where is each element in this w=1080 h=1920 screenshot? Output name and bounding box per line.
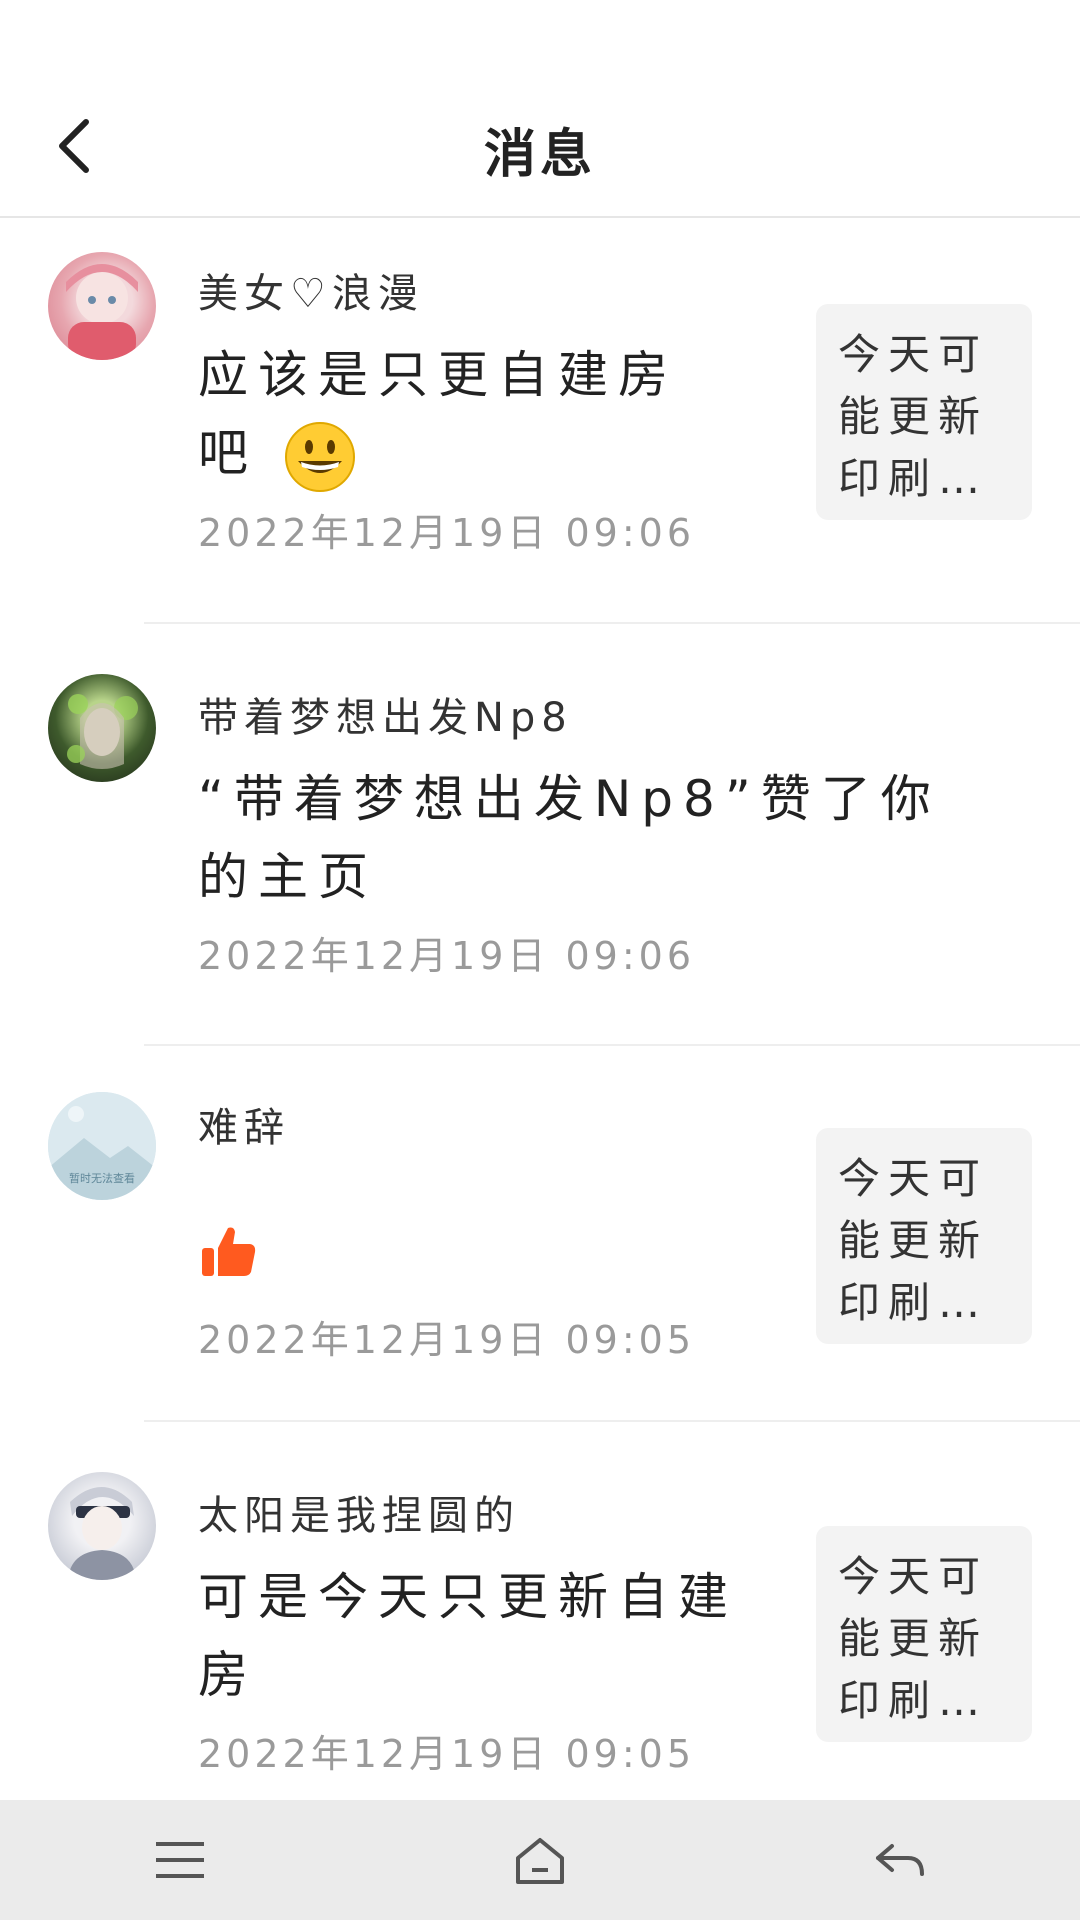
avatar-illustration (68, 1487, 136, 1580)
menu-button[interactable] (135, 1815, 225, 1905)
message-like (198, 1170, 798, 1300)
back-icon (876, 1844, 924, 1876)
thumbs-up-icon (202, 1227, 256, 1276)
post-preview[interactable]: 今天可能更新印刷… (816, 1526, 1032, 1742)
home-icon (516, 1838, 564, 1884)
message-content: 难辞 2022年12月19日 09:05 (198, 1100, 798, 1368)
message-item[interactable]: 带着梦想出发Np8 “带着梦想出发Np8”赞了你的主页 2022年12月19日 … (0, 624, 1080, 1046)
username[interactable]: 难辞 (198, 1100, 798, 1156)
message-content: 带着梦想出发Np8 “带着梦想出发Np8”赞了你的主页 2022年12月19日 … (198, 690, 931, 984)
page-title: 消息 (483, 125, 596, 185)
avatar[interactable] (48, 252, 156, 360)
timestamp: 2022年12月19日 09:05 (198, 1318, 696, 1362)
message-list: 美女♡浪漫 应该是只更自建房吧 2022年12月19日 09:06 今天可能更新… (0, 220, 1080, 1822)
post-preview[interactable]: 今天可能更新印刷… (816, 304, 1032, 520)
back-nav-button[interactable] (855, 1815, 945, 1905)
avatar[interactable] (48, 674, 156, 782)
post-preview[interactable]: 今天可能更新印刷… (816, 1128, 1032, 1344)
username[interactable]: 太阳是我捏圆的 (198, 1488, 798, 1544)
message-text: 应该是只更自建房吧 (198, 336, 678, 493)
avatar-illustration (66, 264, 138, 360)
system-navigation-bar (0, 1800, 1080, 1920)
avatar[interactable] (48, 1472, 156, 1580)
timestamp: 2022年12月19日 09:06 (198, 934, 696, 978)
message-item[interactable]: 暂时无法查看 难辞 2022年12月19日 09:05 今天可能更新印刷… (0, 1046, 1080, 1422)
message-content: 美女♡浪漫 应该是只更自建房吧 2022年12月19日 09:06 (198, 266, 798, 561)
avatar[interactable]: 暂时无法查看 (48, 1092, 156, 1200)
image-placeholder-icon: 暂时无法查看 (48, 1092, 156, 1200)
username[interactable]: 美女♡浪漫 (198, 266, 798, 322)
message-text: 可是今天只更新自建房 (198, 1568, 738, 1704)
message-text: “带着梦想出发Np8”赞了你的主页 (198, 770, 941, 906)
message-item[interactable]: 太阳是我捏圆的 可是今天只更新自建房 2022年12月19日 09:05 今天可… (0, 1422, 1080, 1822)
timestamp: 2022年12月19日 09:06 (198, 510, 696, 555)
home-button[interactable] (495, 1815, 585, 1905)
avatar-illustration (67, 694, 138, 769)
message-text-body: 应该是只更自建房吧 (198, 346, 678, 482)
header: 消息 (0, 0, 1080, 218)
message-content: 太阳是我捏圆的 可是今天只更新自建房 2022年12月19日 09:05 (198, 1488, 798, 1782)
menu-icon (156, 1842, 204, 1878)
avatar-placeholder-text: 暂时无法查看 (69, 1171, 135, 1185)
message-item[interactable]: 美女♡浪漫 应该是只更自建房吧 2022年12月19日 09:06 今天可能更新… (0, 220, 1080, 624)
username[interactable]: 带着梦想出发Np8 (198, 690, 798, 746)
timestamp: 2022年12月19日 09:05 (198, 1732, 696, 1776)
grinning-face-icon (284, 421, 355, 492)
